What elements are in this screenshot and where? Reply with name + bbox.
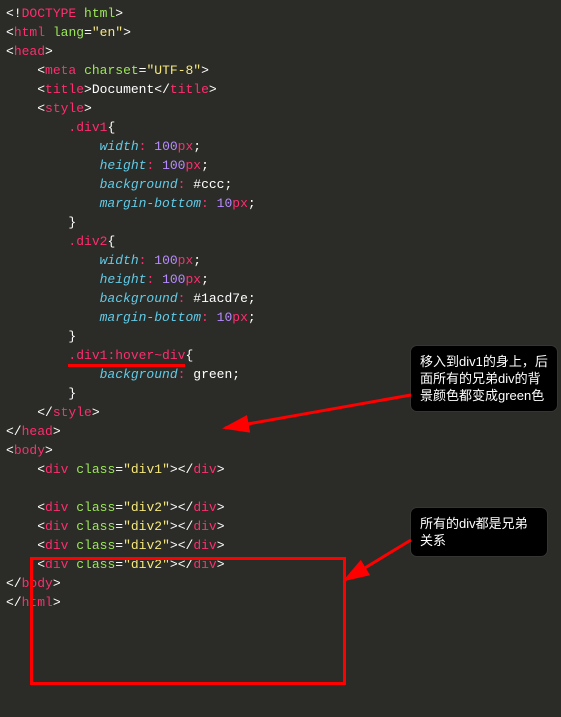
val-div1: "div1" [123,462,170,477]
doctype-html: html [84,6,115,21]
attr-lang: lang [53,25,84,40]
selector-div2: .div2 [68,234,107,249]
tag-style: style [45,101,84,116]
val-div2: "div2" [123,500,170,515]
arrow-icon [345,540,411,580]
val-charset: "UTF-8" [146,63,201,78]
tag-body: body [14,443,45,458]
val-green: green [193,367,232,382]
code-block: <!DOCTYPE html> <html lang="en"> <head> … [6,4,256,612]
prop-background: background [100,177,178,192]
callout-hover-explain: 移入到div1的身上，后面所有的兄弟div的背景颜色都变成green色 [411,346,557,411]
selector-hover-sibling: .div1:hover~div [68,348,185,367]
prop-height: height [100,158,147,173]
tag-html: html [14,25,45,40]
callout-sibling-explain: 所有的div都是兄弟关系 [411,508,547,556]
tag-head: head [14,44,45,59]
title-text: Document [92,82,154,97]
val-1acd7e: #1acd7e [193,291,248,306]
attr-charset: charset [84,63,139,78]
prop-margin-bottom: margin-bottom [100,196,201,211]
val-ccc: #ccc [193,177,224,192]
tag-meta: meta [45,63,76,78]
callout-text: 移入到div1的身上，后面所有的兄弟div的背景颜色都变成green色 [420,354,548,403]
val-lang: "en" [92,25,123,40]
prop-width: width [100,139,139,154]
doctype-word: DOCTYPE [22,6,77,21]
callout-text: 所有的div都是兄弟关系 [420,516,528,548]
angle: <! [6,6,22,21]
code-annotated-figure: <!DOCTYPE html> <html lang="en"> <head> … [0,0,561,717]
attr-class: class [76,462,115,477]
highlight-rectangle [30,557,346,685]
angle: > [115,6,123,21]
selector-div1: .div1 [68,120,107,135]
tag-title: title [45,82,84,97]
tag-div: div [45,462,68,477]
